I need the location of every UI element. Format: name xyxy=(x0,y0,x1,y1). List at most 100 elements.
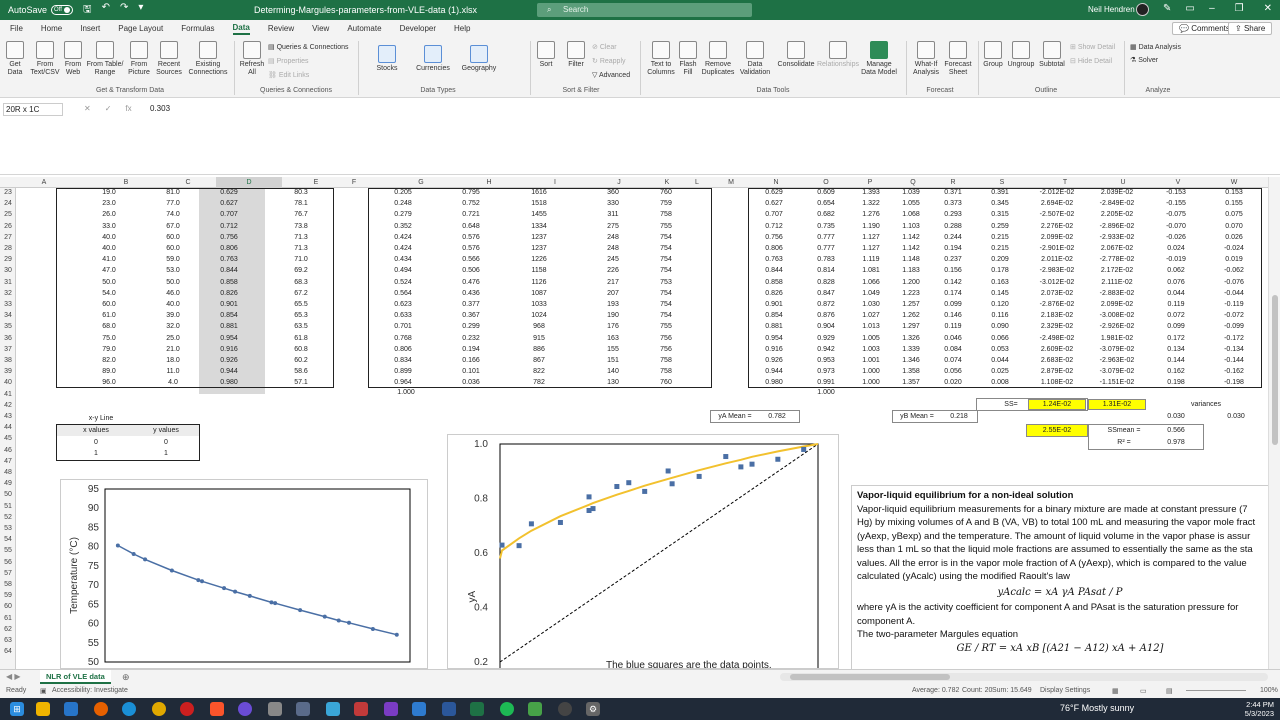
from-web-button[interactable]: From Web xyxy=(62,41,84,77)
table-cell[interactable]: -2.012E-02 xyxy=(1026,188,1088,198)
table-cell[interactable]: 0.777 xyxy=(800,233,852,243)
table-cell[interactable]: 0.954 xyxy=(748,334,800,344)
table-cell[interactable]: 0.053 xyxy=(972,345,1028,355)
table-cell[interactable]: 75.0 xyxy=(86,334,132,344)
table-cell[interactable]: 0.964 xyxy=(380,378,426,388)
table-cell[interactable]: -2.778E-02 xyxy=(1086,255,1148,265)
column-header-g[interactable]: G xyxy=(388,177,454,188)
table-cell[interactable]: 0.288 xyxy=(930,222,976,232)
table-cell[interactable]: 50.0 xyxy=(150,278,196,288)
table-cell[interactable]: 0.707 xyxy=(748,210,800,220)
table-cell[interactable]: 758 xyxy=(646,210,686,220)
table-cell[interactable]: 754 xyxy=(646,300,686,310)
data-validation-button[interactable]: Data Validation xyxy=(736,41,774,77)
table-cell[interactable]: 0.854 xyxy=(206,311,252,321)
table-cell[interactable]: -0.075 xyxy=(1148,210,1204,220)
table-cell[interactable]: 0.377 xyxy=(448,300,494,310)
table-cell[interactable]: 0.019 xyxy=(1206,255,1262,265)
table-cell[interactable]: 60.0 xyxy=(150,244,196,254)
column-header-r[interactable]: R xyxy=(934,177,972,188)
clear-button[interactable]: ⊘ Clear xyxy=(592,43,617,51)
table-cell[interactable]: 0.036 xyxy=(448,378,494,388)
notes-textbox[interactable]: Vapor-liquid equilibrium for a non-ideal… xyxy=(851,485,1268,669)
restore-icon[interactable]: ❐ xyxy=(1235,3,1244,14)
table-cell[interactable]: 0.806 xyxy=(206,244,252,254)
clock[interactable]: 2:44 PM 5/3/2023 xyxy=(1218,700,1274,718)
table-cell[interactable]: 2.099E-02 xyxy=(1026,233,1088,243)
table-cell[interactable]: -0.099 xyxy=(1206,322,1262,332)
table-cell[interactable]: 0.576 xyxy=(448,233,494,243)
table-cell[interactable]: 0.215 xyxy=(972,233,1028,243)
table-cell[interactable]: 756 xyxy=(646,334,686,344)
column-header-l[interactable]: L xyxy=(686,177,708,188)
table-cell[interactable]: 2.205E-02 xyxy=(1086,210,1148,220)
table-cell[interactable]: 756 xyxy=(646,345,686,355)
table-cell[interactable]: -2.896E-02 xyxy=(1086,222,1148,232)
table-cell[interactable]: 759 xyxy=(646,199,686,209)
table-cell[interactable]: 2.011E-02 xyxy=(1026,255,1088,265)
table-cell[interactable]: 0.084 xyxy=(930,345,976,355)
table-cell[interactable]: 0.629 xyxy=(206,188,252,198)
table-cell[interactable]: 1087 xyxy=(516,289,562,299)
table-cell[interactable]: 968 xyxy=(516,322,562,332)
word-icon[interactable] xyxy=(442,702,456,716)
table-cell[interactable]: 0.899 xyxy=(380,367,426,377)
table-cell[interactable]: 59.0 xyxy=(150,255,196,265)
row-header-54[interactable]: 54 xyxy=(0,535,16,545)
table-cell[interactable]: 1518 xyxy=(516,199,562,209)
table-cell[interactable]: 1.200 xyxy=(888,278,934,288)
table-cell[interactable]: 71.3 xyxy=(278,233,324,243)
tab-formulas[interactable]: Formulas xyxy=(181,24,214,33)
customize-qat-icon[interactable]: ▾ xyxy=(138,2,143,19)
solver-button[interactable]: ⚗ Solver xyxy=(1130,56,1158,64)
table-cell[interactable]: 0.145 xyxy=(972,289,1028,299)
table-cell[interactable]: 71.0 xyxy=(278,255,324,265)
table-cell[interactable]: 2.183E-02 xyxy=(1026,311,1088,321)
table-cell[interactable]: 0.046 xyxy=(930,334,976,344)
table-cell[interactable]: 11.0 xyxy=(150,367,196,377)
table-cell[interactable]: 1126 xyxy=(516,278,562,288)
table-cell[interactable]: 50.0 xyxy=(86,278,132,288)
table-cell[interactable]: 1237 xyxy=(516,233,562,243)
table-cell[interactable]: 89.0 xyxy=(86,367,132,377)
sheet-nav-icon[interactable]: ◀ ▶ xyxy=(6,672,21,681)
table-cell[interactable]: 1226 xyxy=(516,255,562,265)
table-cell[interactable]: 0.436 xyxy=(448,289,494,299)
table-cell[interactable]: 2.111E-02 xyxy=(1086,278,1148,288)
table-cell[interactable]: 0.648 xyxy=(448,222,494,232)
table-cell[interactable]: 0.783 xyxy=(800,255,852,265)
table-cell[interactable]: 2.683E-02 xyxy=(1026,356,1088,366)
user-name[interactable]: Neil Hendren xyxy=(1088,5,1135,14)
from-table-button[interactable]: From Table/ Range xyxy=(86,41,124,77)
table-cell[interactable]: 754 xyxy=(646,233,686,243)
table-cell[interactable]: 163 xyxy=(590,334,636,344)
table-cell[interactable]: -2.926E-02 xyxy=(1086,322,1148,332)
table-cell[interactable]: 0.367 xyxy=(448,311,494,321)
table-cell[interactable]: 0.916 xyxy=(748,345,800,355)
table-cell[interactable]: 0.826 xyxy=(206,289,252,299)
table-cell[interactable]: 245 xyxy=(590,255,636,265)
table-cell[interactable]: 275 xyxy=(590,222,636,232)
row-header-25[interactable]: 25 xyxy=(0,210,16,220)
table-cell[interactable]: 1158 xyxy=(516,266,562,276)
table-cell[interactable]: 46.0 xyxy=(150,289,196,299)
table-cell[interactable]: 0.752 xyxy=(448,199,494,209)
table-cell[interactable]: 140 xyxy=(590,367,636,377)
table-cell[interactable]: 0.391 xyxy=(972,188,1028,198)
avatar[interactable] xyxy=(1136,3,1149,16)
tab-insert[interactable]: Insert xyxy=(80,24,100,33)
table-cell[interactable]: 0.075 xyxy=(1206,210,1262,220)
table-cell[interactable]: 0.194 xyxy=(448,345,494,355)
table-cell[interactable]: 0.434 xyxy=(380,255,426,265)
table-cell[interactable]: 0.826 xyxy=(748,289,800,299)
table-cell[interactable]: 63.5 xyxy=(278,322,324,332)
table-cell[interactable]: 0.973 xyxy=(800,367,852,377)
table-cell[interactable]: 176 xyxy=(590,322,636,332)
table-cell[interactable]: 0.008 xyxy=(972,378,1028,388)
table-cell[interactable]: 0.119 xyxy=(930,322,976,332)
properties-button[interactable]: ▤ Properties xyxy=(268,57,308,65)
table-cell[interactable]: 0.174 xyxy=(930,289,976,299)
table-cell[interactable]: 0.020 xyxy=(930,378,976,388)
table-cell[interactable]: 0.828 xyxy=(800,278,852,288)
status-average[interactable]: Average: 0.782 xyxy=(912,687,959,694)
